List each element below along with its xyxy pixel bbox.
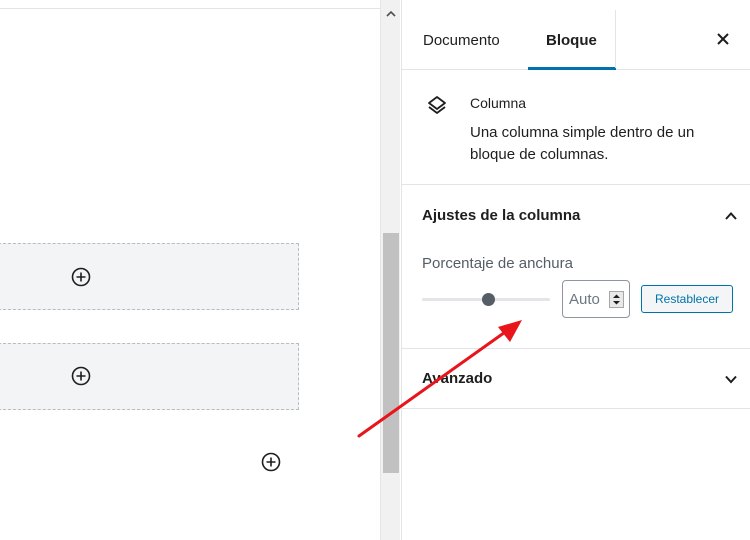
settings-sidebar: Documento Bloque Columna Una columna sim…: [401, 0, 750, 540]
width-number-input[interactable]: Auto: [562, 280, 630, 318]
empty-column-block[interactable]: [0, 343, 299, 410]
add-block-icon[interactable]: [70, 365, 92, 387]
block-description: Una columna simple dentro de un bloque d…: [470, 124, 695, 163]
tab-document[interactable]: Documento: [423, 32, 500, 49]
width-percentage-label: Porcentaje de anchura: [422, 255, 573, 272]
chevron-up-icon[interactable]: [724, 209, 738, 223]
column-settings-panel: Ajustes de la columna Porcentaje de anch…: [402, 185, 750, 349]
width-input-value: Auto: [569, 291, 600, 308]
editor-canvas: [0, 0, 380, 540]
scroll-up-arrow-icon[interactable]: [381, 10, 401, 26]
block-card: Columna Una columna simple dentro de un …: [402, 70, 750, 185]
advanced-panel: Avanzado: [402, 349, 750, 409]
width-slider-handle[interactable]: [482, 293, 495, 306]
sidebar-tabs: Documento Bloque: [402, 0, 750, 70]
reset-width-button[interactable]: Restablecer: [641, 285, 733, 313]
layers-icon: [426, 94, 448, 121]
add-block-icon[interactable]: [260, 451, 282, 473]
spinner-arrows-icon[interactable]: [609, 291, 624, 308]
panel-title: Avanzado: [422, 370, 493, 387]
tab-block[interactable]: Bloque: [546, 32, 597, 49]
canvas-divider: [0, 8, 380, 9]
canvas-scrollbar[interactable]: [380, 0, 400, 540]
advanced-toggle[interactable]: Avanzado: [422, 370, 738, 392]
chevron-down-icon[interactable]: [724, 372, 738, 386]
block-title: Columna: [470, 95, 527, 111]
close-icon[interactable]: [714, 30, 732, 48]
add-block-icon[interactable]: [70, 266, 92, 288]
tab-divider: [615, 10, 616, 68]
panel-title: Ajustes de la columna: [422, 207, 581, 224]
column-settings-toggle[interactable]: Ajustes de la columna: [422, 207, 738, 229]
scrollbar-thumb[interactable]: [383, 233, 399, 473]
empty-column-block[interactable]: [0, 243, 299, 310]
